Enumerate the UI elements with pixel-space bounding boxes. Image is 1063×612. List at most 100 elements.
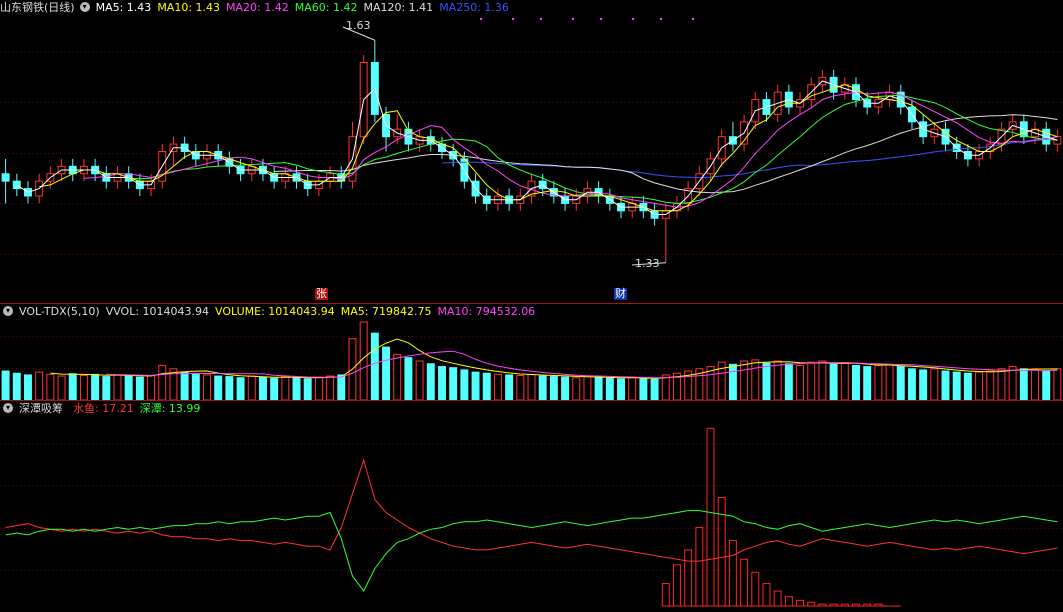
volume-bar bbox=[538, 375, 547, 400]
volume-bar bbox=[527, 373, 536, 400]
ma5-line bbox=[16, 80, 1058, 215]
volume-bar bbox=[102, 376, 111, 400]
volume-bar bbox=[415, 360, 424, 400]
volume-bar bbox=[885, 363, 894, 400]
ma5-label: MA5: 1.43 bbox=[95, 1, 152, 14]
indicator-panel[interactable]: ▾ 深潭吸筹 水鱼: 17.21 深潭: 13.99 bbox=[0, 401, 1063, 612]
volume-bar bbox=[135, 376, 144, 400]
volume-bar bbox=[840, 362, 849, 400]
volume-bar bbox=[214, 375, 223, 400]
volume-bar bbox=[963, 372, 972, 400]
volume-bar bbox=[337, 374, 346, 400]
vol-ma5-line bbox=[50, 338, 1058, 380]
marker-dot bbox=[540, 18, 542, 20]
indicator-title: 深潭吸筹 bbox=[19, 402, 63, 415]
stock-title: 山东钢铁(日线) bbox=[0, 1, 75, 14]
volume-panel[interactable]: ▾ VOL-TDX(5,10) VVOL: 1014043.94 VOLUME: 10… bbox=[0, 304, 1063, 400]
volume-bar bbox=[997, 368, 1006, 400]
volume-bar bbox=[1031, 369, 1039, 400]
event-tag-cai[interactable]: 财 bbox=[614, 288, 627, 300]
event-tag-zhang[interactable]: 张 bbox=[315, 288, 328, 300]
marker-dot bbox=[692, 18, 694, 20]
volume-bar bbox=[930, 368, 939, 400]
volume-bar bbox=[919, 369, 928, 400]
marker-dot bbox=[572, 18, 574, 20]
volume-title: VOL-TDX(5,10) bbox=[19, 305, 100, 318]
volume-bar bbox=[784, 363, 793, 400]
volume-bar bbox=[907, 368, 916, 400]
volume-bar bbox=[740, 360, 749, 400]
volume-bar bbox=[505, 374, 514, 400]
ma20-label: MA20: 1.42 bbox=[226, 1, 289, 14]
indicator-chart[interactable] bbox=[0, 401, 1063, 612]
ma10-label: MA10: 1.43 bbox=[157, 1, 221, 14]
volume-bar bbox=[874, 364, 883, 400]
volume-bar bbox=[1053, 368, 1062, 400]
volume-bar bbox=[281, 376, 290, 400]
xichou-bar bbox=[762, 583, 771, 607]
volume-label: VOLUME: 1014043.94 bbox=[215, 305, 335, 318]
volume-bar bbox=[605, 377, 614, 400]
ma60-label: MA60: 1.42 bbox=[294, 1, 358, 14]
vol-ma5-label: MA5: 719842.75 bbox=[340, 305, 432, 318]
volume-bar bbox=[594, 376, 603, 400]
candlestick-chart[interactable] bbox=[0, 0, 1063, 305]
marker-dot bbox=[512, 18, 514, 20]
volume-bar bbox=[986, 370, 995, 400]
volume-bar bbox=[180, 371, 189, 400]
volume-bar bbox=[303, 378, 312, 400]
volume-bar bbox=[796, 364, 805, 400]
candle-body bbox=[1, 173, 10, 182]
main-chart-panel[interactable]: 山东钢铁(日线) ▾ MA5: 1.43 MA10: 1.43 MA20: 1.42 MA… bbox=[0, 0, 1063, 305]
volume-bar bbox=[1019, 368, 1028, 400]
volume-bar bbox=[124, 375, 133, 400]
ma120-line bbox=[274, 114, 1058, 194]
volume-bar bbox=[1008, 366, 1017, 400]
volume-bar bbox=[493, 373, 502, 400]
marker-dot bbox=[632, 18, 634, 20]
shuiyu-line bbox=[5, 458, 1058, 562]
shentan-line bbox=[5, 510, 1058, 592]
volume-bar bbox=[35, 371, 44, 400]
xichou-bar bbox=[740, 558, 749, 607]
xichou-bar bbox=[728, 540, 737, 607]
volume-bar bbox=[482, 372, 491, 400]
volume-bar bbox=[426, 363, 435, 400]
volume-bar bbox=[326, 375, 335, 400]
low-price-label: 1.33 bbox=[635, 257, 660, 270]
volume-bar bbox=[762, 362, 771, 400]
volume-bar bbox=[147, 374, 156, 400]
volume-bar bbox=[807, 361, 816, 400]
volume-bar bbox=[829, 363, 838, 400]
indicator-header: ▾ 深潭吸筹 水鱼: 17.21 深潭: 13.99 bbox=[0, 401, 206, 417]
volume-bar bbox=[818, 360, 827, 400]
marker-dot bbox=[660, 18, 662, 20]
volume-bar bbox=[393, 353, 402, 400]
ma120-label: MA120: 1.41 bbox=[363, 1, 434, 14]
shentan-label: 深潭: 13.99 bbox=[139, 402, 201, 415]
volume-bar bbox=[270, 377, 279, 400]
chevron-down-icon[interactable]: ▾ bbox=[79, 2, 90, 12]
volume-bar bbox=[1, 370, 10, 400]
volume-bar bbox=[650, 378, 659, 400]
volume-bar bbox=[852, 364, 860, 400]
volume-bar bbox=[975, 371, 984, 400]
volume-bar bbox=[191, 373, 200, 400]
volume-bar bbox=[661, 374, 670, 400]
volume-bar bbox=[583, 376, 592, 400]
candle-body bbox=[12, 180, 21, 190]
chevron-down-icon[interactable]: ▾ bbox=[3, 403, 13, 413]
chevron-down-icon[interactable]: ▾ bbox=[3, 306, 13, 316]
volume-bar bbox=[896, 366, 905, 400]
volume-bar bbox=[561, 376, 570, 400]
xichou-bar bbox=[773, 590, 782, 607]
volume-bar bbox=[292, 377, 301, 400]
volume-bar bbox=[449, 367, 458, 400]
volume-bar bbox=[225, 376, 234, 400]
shuiyu-label: 水鱼: 17.21 bbox=[73, 402, 134, 415]
volume-bar bbox=[438, 366, 446, 400]
volume-bar bbox=[258, 376, 267, 400]
volume-bar bbox=[236, 377, 245, 400]
xichou-bar bbox=[706, 427, 715, 607]
volume-bar bbox=[460, 369, 469, 400]
